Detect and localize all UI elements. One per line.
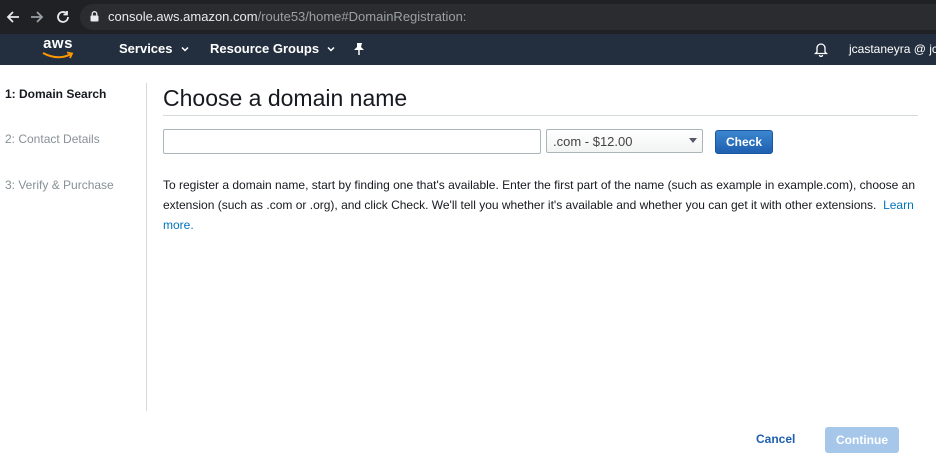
check-button[interactable]: Check	[715, 130, 773, 154]
url-host: console.aws.amazon.com	[108, 9, 258, 24]
aws-logo-text: aws	[43, 35, 73, 52]
description-text: To register a domain name, start by find…	[163, 175, 928, 235]
step-domain-search: 1: Domain Search	[5, 87, 107, 101]
aws-smile-icon	[42, 51, 74, 59]
continue-button[interactable]: Continue	[825, 427, 899, 453]
description-body: To register a domain name, start by find…	[163, 178, 916, 212]
resource-groups-menu[interactable]: Resource Groups	[210, 41, 335, 56]
chevron-down-icon	[180, 46, 189, 52]
url-path: /route53/home#DomainRegistration:	[257, 9, 467, 24]
domain-name-input[interactable]	[163, 129, 541, 154]
chevron-down-icon	[327, 46, 335, 52]
forward-arrow-icon[interactable]	[24, 4, 50, 30]
services-label: Services	[119, 41, 173, 56]
step-contact-details: 2: Contact Details	[5, 132, 100, 146]
browser-toolbar: console.aws.amazon.com/route53/home#Doma…	[0, 0, 936, 34]
pin-icon[interactable]	[353, 42, 365, 56]
sidebar-divider	[146, 83, 147, 411]
back-arrow-icon[interactable]	[0, 4, 26, 30]
resource-groups-label: Resource Groups	[210, 41, 320, 56]
bell-icon[interactable]	[814, 42, 828, 57]
aws-top-nav: aws Services Resource Groups jcastaneyra…	[0, 34, 936, 65]
reload-icon[interactable]	[50, 4, 76, 30]
page-title: Choose a domain name	[163, 85, 408, 111]
url-text[interactable]: console.aws.amazon.com/route53/home#Doma…	[108, 9, 466, 24]
aws-logo[interactable]: aws	[40, 35, 76, 61]
tld-selected-value: .com - $12.00	[553, 134, 633, 149]
dropdown-arrow-icon	[689, 138, 697, 143]
lock-icon	[90, 11, 99, 22]
main-content: 1: Domain Search 2: Contact Details 3: V…	[0, 65, 936, 469]
tld-select[interactable]: .com - $12.00	[546, 129, 703, 153]
title-divider	[163, 115, 918, 116]
services-menu[interactable]: Services	[119, 41, 189, 56]
step-verify-purchase: 3: Verify & Purchase	[5, 178, 114, 192]
user-account-menu[interactable]: jcastaneyra @ jca	[849, 42, 936, 56]
cancel-button[interactable]: Cancel	[756, 432, 795, 446]
